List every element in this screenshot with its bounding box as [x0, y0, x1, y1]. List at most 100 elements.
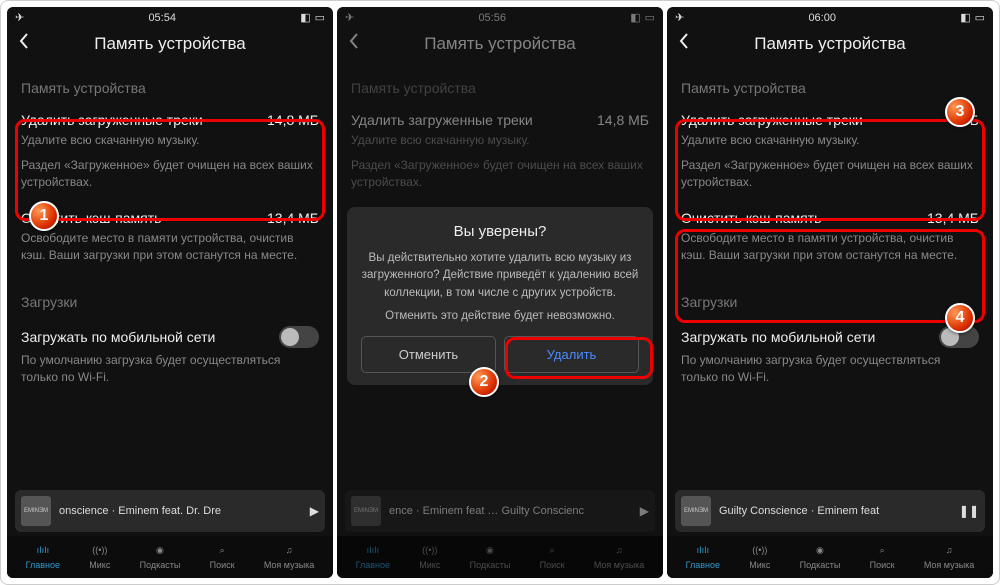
delete-tracks-title: Удалить загруженные треки — [21, 112, 203, 128]
tab-bar: ıIıIıГлавное ((•))Микс ◉Подкасты ⌕Поиск … — [337, 536, 663, 578]
screen-2: ✈ 05:56 ◧ ▭ Память устройства Память уст… — [337, 7, 663, 578]
music-icon: ♫ — [946, 542, 953, 558]
tab-home[interactable]: ıIıIıГлавное — [686, 542, 720, 570]
clear-cache-item[interactable]: Очистить кэш-память 13,4 МБ Освободите м… — [21, 202, 319, 276]
bars-icon: ıIıIı — [37, 542, 50, 558]
play-icon[interactable]: ▶ — [640, 504, 649, 518]
tab-mix[interactable]: ((•))Микс — [89, 542, 110, 570]
section-downloads: Загрузки — [681, 294, 979, 310]
delete-tracks-size: 14,8 МБ — [267, 112, 319, 128]
tab-home[interactable]: ıIıIıГлавное — [356, 542, 390, 570]
signal-icon: ◧ — [960, 11, 970, 24]
delete-tracks-size: 0 Б — [958, 112, 979, 128]
page-title: Память устройства — [754, 34, 906, 54]
section-downloads: Загрузки — [21, 294, 319, 310]
cellular-toggle[interactable] — [279, 326, 319, 348]
battery-icon: ▭ — [315, 11, 325, 24]
radio-icon: ((•)) — [422, 542, 437, 558]
album-cover: EMINƎM — [351, 496, 381, 526]
clock: 06:00 — [808, 12, 836, 24]
cellular-toggle-row[interactable]: Загружать по мобильной сети — [681, 318, 979, 352]
clear-cache-size: 13,4 МБ — [267, 210, 319, 226]
tab-podcasts[interactable]: ◉Подкасты — [140, 542, 181, 570]
podcast-icon: ◉ — [156, 542, 164, 558]
clear-cache-size: 13,4 МБ — [927, 210, 979, 226]
mini-player[interactable]: EMINƎM ence · Eminem feat … Guilty Consc… — [345, 490, 655, 532]
delete-tracks-desc1: Удалите всю скачанную музыку. — [21, 132, 319, 149]
podcast-icon: ◉ — [816, 542, 824, 558]
screen-1: ✈ 05:54 ◧ ▭ Память устройства Память уст… — [7, 7, 333, 578]
radio-icon: ((•)) — [752, 542, 767, 558]
tab-bar: ıIıIıГлавное ((•))Микс ◉Подкасты ⌕Поиск … — [667, 536, 993, 578]
cellular-title: Загружать по мобильной сети — [21, 329, 215, 345]
tab-search[interactable]: ⌕Поиск — [870, 542, 895, 570]
tab-podcasts[interactable]: ◉Подкасты — [800, 542, 841, 570]
search-icon: ⌕ — [550, 542, 555, 558]
status-bar: ✈ 05:54 ◧ ▭ — [7, 7, 333, 26]
status-right: ◧ ▭ — [630, 11, 655, 24]
delete-tracks-item[interactable]: Удалить загруженные треки 14,8 МБ Удалит… — [21, 104, 319, 202]
tab-mix[interactable]: ((•))Микс — [749, 542, 770, 570]
tab-podcasts[interactable]: ◉Подкасты — [470, 542, 511, 570]
bars-icon: ıIıIı — [367, 542, 380, 558]
clock: 05:56 — [478, 12, 506, 24]
delete-tracks-desc2: Раздел «Загруженное» будет очищен на все… — [21, 157, 319, 191]
page-title: Память устройства — [94, 34, 246, 54]
status-right: ◧ ▭ — [960, 11, 985, 24]
back-button[interactable] — [347, 32, 361, 55]
section-storage: Память устройства — [681, 80, 979, 96]
search-icon: ⌕ — [880, 542, 885, 558]
tab-my-music[interactable]: ♫Моя музыка — [264, 542, 315, 570]
status-bar: ✈ 05:56 ◧ ▭ — [337, 7, 663, 26]
header: Память устройства — [337, 26, 663, 62]
tab-search[interactable]: ⌕Поиск — [210, 542, 235, 570]
delete-tracks-item[interactable]: Удалить загруженные треки 0 Б Удалите вс… — [681, 104, 979, 202]
header: Память устройства — [667, 26, 993, 62]
modal-note: Отменить это действие будет невозможно. — [361, 310, 639, 322]
mini-player[interactable]: EMINƎM Guilty Conscience · Eminem feat ❚… — [675, 490, 985, 532]
pause-icon[interactable]: ❚❚ — [959, 504, 979, 518]
search-icon: ⌕ — [220, 542, 225, 558]
tab-bar: ıIıIıГлавное ((•))Микс ◉Подкасты ⌕Поиск … — [7, 536, 333, 578]
cellular-toggle-row[interactable]: Загружать по мобильной сети — [21, 318, 319, 352]
podcast-icon: ◉ — [486, 542, 494, 558]
track-info: ence · Eminem feat … Guilty Conscienc — [389, 505, 632, 517]
modal-title: Вы уверены? — [361, 223, 639, 240]
screen-3: ✈ 06:00 ◧ ▭ Память устройства Память уст… — [667, 7, 993, 578]
tab-mix[interactable]: ((•))Микс — [419, 542, 440, 570]
airplane-icon: ✈ — [675, 11, 684, 24]
track-info: onscience · Eminem feat. Dr. Dre — [59, 505, 302, 517]
cellular-toggle[interactable] — [939, 326, 979, 348]
tab-search[interactable]: ⌕Поиск — [540, 542, 565, 570]
airplane-icon: ✈ — [15, 11, 24, 24]
back-button[interactable] — [677, 32, 691, 55]
mini-player[interactable]: EMINƎM onscience · Eminem feat. Dr. Dre … — [15, 490, 325, 532]
clock: 05:54 — [148, 12, 176, 24]
page-title: Память устройства — [424, 34, 576, 54]
status-bar: ✈ 06:00 ◧ ▭ — [667, 7, 993, 26]
cellular-desc: По умолчанию загрузка будет осуществлять… — [21, 352, 319, 386]
music-icon: ♫ — [286, 542, 293, 558]
radio-icon: ((•)) — [92, 542, 107, 558]
bars-icon: ıIıIı — [697, 542, 710, 558]
tab-my-music[interactable]: ♫Моя музыка — [594, 542, 645, 570]
status-right: ◧ ▭ — [300, 11, 325, 24]
clear-cache-title: Очистить кэш-память — [21, 210, 161, 226]
airplane-icon: ✈ — [345, 11, 354, 24]
confirm-modal: Вы уверены? Вы действительно хотите удал… — [347, 207, 653, 385]
play-icon[interactable]: ▶ — [310, 504, 319, 518]
battery-icon: ▭ — [975, 11, 985, 24]
clear-cache-item[interactable]: Очистить кэш-память 13,4 МБ Освободите м… — [681, 202, 979, 276]
back-button[interactable] — [17, 32, 31, 55]
delete-button[interactable]: Удалить — [504, 336, 639, 373]
cancel-button[interactable]: Отменить — [361, 336, 496, 373]
clear-cache-title: Очистить кэш-память — [681, 210, 821, 226]
delete-tracks-item[interactable]: Удалить загруженные треки 14,8 МБ Удалит… — [351, 104, 649, 202]
delete-tracks-title: Удалить загруженные треки — [681, 112, 863, 128]
signal-icon: ◧ — [630, 11, 640, 24]
tab-home[interactable]: ıIıIıГлавное — [26, 542, 60, 570]
album-cover: EMINƎM — [21, 496, 51, 526]
tab-my-music[interactable]: ♫Моя музыка — [924, 542, 975, 570]
music-icon: ♫ — [616, 542, 623, 558]
modal-body: Вы действительно хотите удалить всю музы… — [361, 250, 639, 302]
